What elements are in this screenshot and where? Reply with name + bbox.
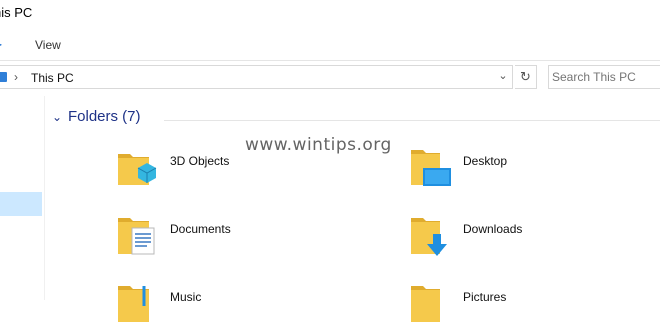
documents-folder-icon <box>118 218 155 255</box>
watermark-text: www.wintips.org <box>245 135 392 155</box>
ribbon: ▸ View <box>0 30 660 61</box>
folder-label: Desktop <box>463 154 508 168</box>
desktop-folder-icon <box>411 150 451 186</box>
folder-label: Documents <box>170 222 231 236</box>
file-tab[interactable]: ▸ <box>0 37 4 51</box>
this-pc-icon <box>0 72 7 82</box>
refresh-button[interactable]: ↻ <box>515 65 537 89</box>
collapse-chevron-icon[interactable]: ⌄ <box>52 110 68 124</box>
3d-objects-folder-icon <box>118 154 157 185</box>
address-row: › This PC ⌄ ↻ <box>0 62 660 94</box>
folder-label: Downloads <box>463 222 523 236</box>
content-area: ⌄ Folders (7) 3D Objects Desktop Documen… <box>44 96 660 322</box>
folder-label: 3D Objects <box>170 154 230 168</box>
view-tab[interactable]: View <box>35 38 61 52</box>
address-bar[interactable]: › This PC ⌄ <box>0 65 513 89</box>
search-box[interactable] <box>548 65 660 89</box>
nav-selected-item[interactable] <box>0 192 42 216</box>
title-bar: his PC <box>0 0 660 30</box>
window-title: his PC <box>0 5 33 20</box>
folders-group-header[interactable]: ⌄ Folders (7) <box>52 108 141 128</box>
search-input[interactable] <box>552 67 660 87</box>
group-divider <box>164 120 660 121</box>
chevron-down-icon[interactable]: ⌄ <box>496 69 510 85</box>
group-title: Folders (7) <box>68 108 141 125</box>
music-folder-icon <box>118 286 149 322</box>
folder-label: Pictures <box>463 290 507 304</box>
downloads-folder-icon <box>411 218 447 256</box>
breadcrumb-separator[interactable]: › <box>14 70 18 84</box>
breadcrumb-this-pc[interactable]: This PC <box>31 71 74 85</box>
folder-label: Music <box>170 290 202 304</box>
pictures-folder-icon <box>411 286 440 322</box>
